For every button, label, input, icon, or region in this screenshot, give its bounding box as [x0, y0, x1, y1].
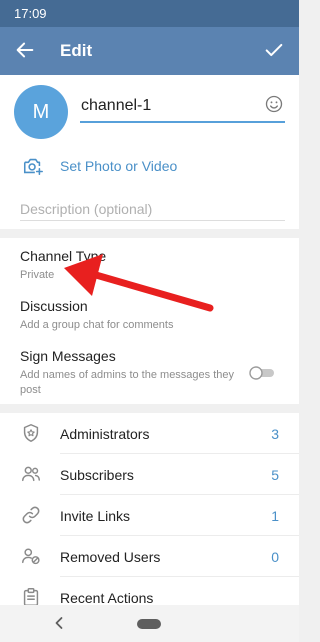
channel-settings-card: Channel Type Private Discussion Add a gr… — [0, 238, 299, 404]
people-icon — [22, 466, 40, 482]
removed-users-count: 0 — [271, 549, 279, 565]
avatar[interactable]: M — [14, 85, 68, 139]
channel-type-title: Channel Type — [20, 248, 107, 264]
sign-messages-subtitle: Add names of admins to the messages they… — [20, 369, 235, 396]
checkmark-icon[interactable] — [263, 39, 285, 61]
manage-list-card: Administrators 3 Subscribers 5 Invite Li… — [0, 413, 299, 605]
sign-messages-toggle[interactable] — [249, 366, 277, 380]
camera-add-icon — [23, 158, 43, 176]
subscribers-label: Subscribers — [60, 467, 134, 483]
list-item-recent-actions[interactable]: Recent Actions — [0, 577, 299, 605]
sign-messages-title: Sign Messages — [20, 348, 116, 364]
list-item-subscribers[interactable]: Subscribers 5 — [0, 454, 299, 495]
removed-users-label: Removed Users — [60, 549, 161, 565]
discussion-row[interactable]: Discussion Add a group chat for comments — [0, 292, 299, 342]
page-title: Edit — [60, 41, 93, 60]
status-bar: 17:09 — [0, 0, 299, 27]
back-arrow-icon[interactable] — [14, 39, 36, 61]
avatar-letter: M — [32, 100, 50, 123]
list-item-removed-users[interactable]: Removed Users 0 — [0, 536, 299, 577]
set-photo-label: Set Photo or Video — [60, 158, 178, 174]
set-photo-button[interactable]: Set Photo or Video — [0, 151, 299, 185]
recent-actions-label: Recent Actions — [60, 590, 154, 605]
list-item-invite-links[interactable]: Invite Links 1 — [0, 495, 299, 536]
administrators-label: Administrators — [60, 426, 150, 442]
shield-star-icon — [23, 424, 39, 442]
discussion-subtitle: Add a group chat for comments — [20, 319, 174, 331]
invite-links-count: 1 — [271, 508, 279, 524]
user-blocked-icon — [22, 548, 40, 565]
nav-home-pill[interactable] — [137, 619, 161, 629]
subscribers-count: 5 — [271, 467, 279, 483]
nav-back-icon[interactable] — [53, 616, 65, 630]
link-icon — [22, 506, 40, 524]
emoji-icon[interactable] — [264, 94, 284, 114]
channel-info-card: M Set Photo or Video — [0, 75, 299, 229]
system-nav-bar — [0, 605, 299, 642]
administrators-count: 3 — [271, 426, 279, 442]
clipboard-icon — [23, 588, 39, 605]
channel-type-value: Private — [20, 269, 55, 281]
invite-links-label: Invite Links — [60, 508, 131, 524]
channel-name-input[interactable] — [80, 95, 285, 123]
list-item-administrators[interactable]: Administrators 3 — [0, 413, 299, 454]
channel-type-row[interactable]: Channel Type Private — [0, 238, 299, 292]
description-input[interactable] — [20, 197, 285, 221]
discussion-title: Discussion — [20, 298, 88, 314]
app-bar: Edit — [0, 27, 299, 75]
status-time: 17:09 — [14, 6, 47, 21]
